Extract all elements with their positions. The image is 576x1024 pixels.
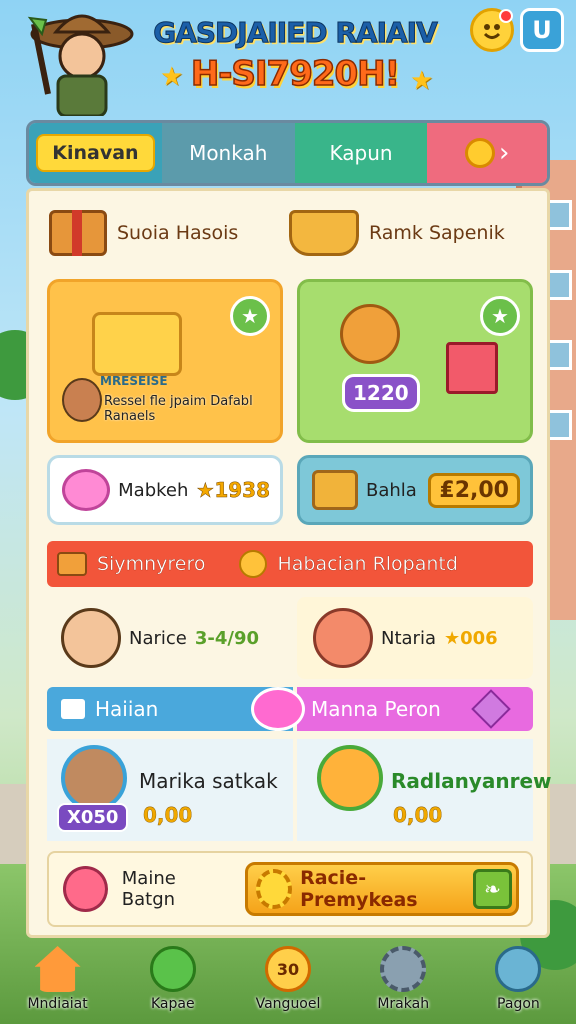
cat-face-icon bbox=[313, 608, 373, 668]
header: GASDJAIIED RAIAIV ★ H-SI7920H! ★ U bbox=[0, 0, 576, 116]
gold-gear-icon bbox=[256, 869, 293, 909]
shop-tabs: Kinavan Monkah Kapun › bbox=[26, 120, 550, 186]
gold-chest-icon bbox=[92, 312, 182, 376]
tab-more[interactable]: › bbox=[427, 123, 547, 183]
price-label: ★1938 bbox=[196, 478, 270, 503]
nav-item-vanguoel[interactable]: 30 Vanguoel bbox=[230, 940, 345, 1024]
shop-categories: Suoia Hasois Ramk Sapenik bbox=[49, 205, 529, 261]
chick-icon bbox=[340, 304, 400, 364]
chevron-right-icon: › bbox=[499, 138, 510, 168]
bird-icon bbox=[63, 866, 108, 912]
basket-icon bbox=[289, 210, 359, 256]
reward-card[interactable]: ★ 1220 bbox=[297, 279, 533, 443]
premium-button[interactable]: Racie- Premykeas ❧ bbox=[245, 862, 520, 916]
game-title: GASDJAIIED RAIAIV bbox=[153, 16, 439, 50]
chest-caption: Ressel fle jpaim Dafabl Ranaels bbox=[104, 394, 253, 424]
character-ntaria[interactable]: Ntaria ★006 bbox=[297, 597, 533, 679]
character-radlanyanrew[interactable]: Radlanyanrew 0,00 bbox=[297, 739, 551, 841]
chest-icon bbox=[49, 210, 107, 256]
nav-item-mrakah[interactable]: Mrakah bbox=[346, 940, 461, 1024]
section-banner-pink: Manna Peron bbox=[297, 687, 533, 731]
nav-item-kapae[interactable]: Kapae bbox=[115, 940, 230, 1024]
character-avatar bbox=[62, 378, 102, 422]
reward-amount: 1220 bbox=[342, 374, 420, 412]
character-value: ★006 bbox=[443, 627, 498, 649]
character-marika[interactable]: X050 Marika satkak 0,00 bbox=[47, 739, 293, 841]
character-badge: X050 bbox=[57, 803, 129, 832]
offer-bahla[interactable]: Bahla ₤2,00 bbox=[297, 455, 533, 525]
character-narice[interactable]: Narice 3-4/90 bbox=[47, 597, 287, 679]
tab-kinavan[interactable]: Kinavan bbox=[29, 123, 162, 183]
boy-face-icon bbox=[61, 745, 127, 811]
chat-icon bbox=[495, 946, 542, 992]
level-badge-icon: 30 bbox=[265, 946, 311, 992]
scroll-icon bbox=[312, 470, 358, 510]
pig-icon bbox=[62, 469, 111, 511]
coin-icon bbox=[465, 138, 496, 168]
nav-item-pagon[interactable]: Pagon bbox=[461, 940, 576, 1024]
chest-sign: MRESEISE bbox=[100, 374, 168, 388]
bottom-nav: Mndiaiat Kapae 30 Vanguoel Mrakah Pagon bbox=[0, 940, 576, 1024]
leaf-icon: ❧ bbox=[473, 869, 513, 909]
category-suoia-hasois[interactable]: Suoia Hasois bbox=[49, 205, 289, 261]
menu-button[interactable]: U bbox=[520, 8, 564, 52]
star-icon: ★ bbox=[410, 66, 434, 96]
gift-icon bbox=[446, 342, 498, 394]
gear-icon bbox=[380, 946, 427, 992]
fox-face-icon bbox=[317, 745, 383, 811]
character-value: 0,00 bbox=[143, 803, 193, 827]
blob-icon bbox=[251, 687, 305, 731]
house-icon bbox=[61, 699, 85, 719]
offer-mabkeh[interactable]: Mabkeh ★1938 bbox=[47, 455, 283, 525]
explorer-avatar bbox=[27, 14, 134, 116]
treasure-chest-card[interactable]: ★ MRESEISE Ressel fle jpaim Dafabl Ranae… bbox=[47, 279, 283, 443]
home-icon bbox=[34, 946, 81, 992]
globe-icon bbox=[149, 946, 196, 992]
favorite-star-icon[interactable]: ★ bbox=[230, 296, 270, 336]
tab-kapun[interactable]: Kapun bbox=[294, 123, 428, 183]
price-button[interactable]: ₤2,00 bbox=[428, 472, 520, 508]
notification-dot bbox=[499, 9, 513, 23]
promo-card: Maine Batgn Racie- Premykeas ❧ bbox=[47, 851, 533, 927]
gem-icon bbox=[471, 689, 511, 729]
emoji-chat-button[interactable] bbox=[470, 8, 514, 52]
burst-icon bbox=[239, 550, 268, 578]
character-value: 3-4/90 bbox=[194, 627, 260, 649]
shop-panel: Suoia Hasois Ramk Sapenik ★ MRESEISE Res… bbox=[26, 188, 551, 938]
tab-monkah[interactable]: Monkah bbox=[161, 123, 295, 183]
character-value: 0,00 bbox=[393, 803, 443, 827]
event-title: H-SI7920H! bbox=[190, 53, 401, 95]
favorite-star-icon[interactable]: ★ bbox=[480, 296, 520, 336]
category-ramk-sapenik[interactable]: Ramk Sapenik bbox=[289, 205, 529, 261]
nav-item-home[interactable]: Mndiaiat bbox=[0, 940, 115, 1024]
explorer-face-icon bbox=[61, 608, 121, 668]
box-icon bbox=[57, 552, 87, 576]
section-banner-red: Siymnyrero Habacian Rlopantd bbox=[47, 541, 533, 587]
